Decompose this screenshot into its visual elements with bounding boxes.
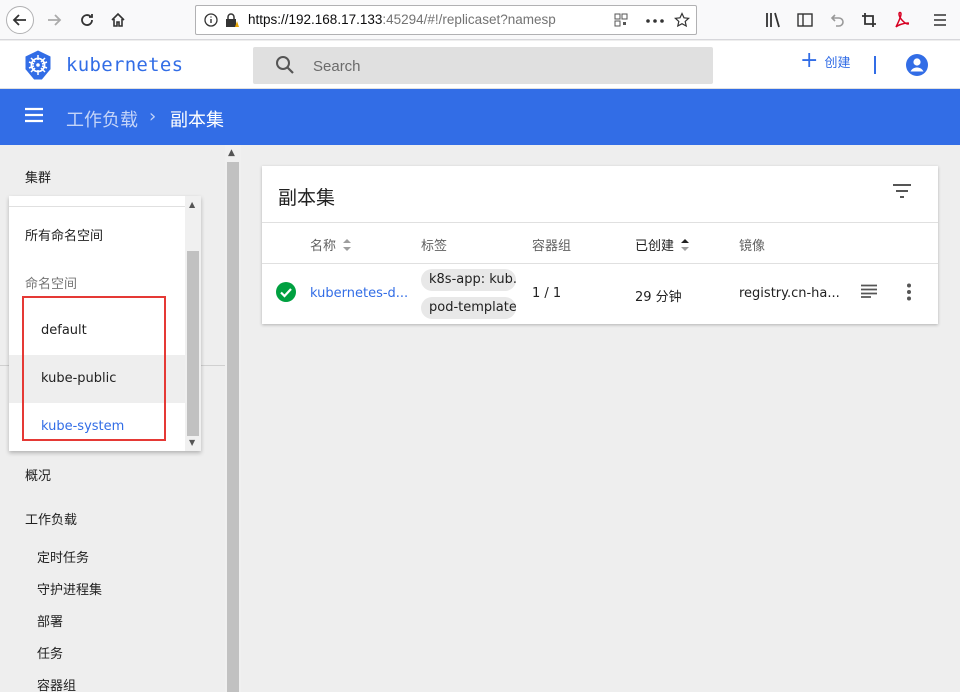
- search-icon: [276, 56, 294, 74]
- breadcrumb-current: 副本集: [170, 110, 224, 131]
- column-header-created[interactable]: 已创建: [635, 235, 690, 254]
- address-bar[interactable]: https://192.168.17.133:45294/#!/replicas…: [195, 5, 697, 35]
- hamburger-menu-icon[interactable]: [933, 13, 947, 27]
- sort-icon: [343, 238, 352, 251]
- status-ok-icon: [276, 282, 296, 302]
- back-button[interactable]: [6, 6, 34, 34]
- reload-button[interactable]: [73, 6, 101, 34]
- dropdown-scrollbar[interactable]: ▲ ▼: [185, 196, 201, 451]
- page-toolbar: 工作负载 › 副本集: [0, 89, 960, 145]
- insecure-lock-icon[interactable]: [224, 12, 240, 28]
- sidebar-item-cronjobs[interactable]: 定时任务: [37, 547, 89, 566]
- namespace-option-all[interactable]: 所有命名空间: [25, 225, 103, 244]
- crop-icon[interactable]: [861, 12, 877, 28]
- more-vert-icon[interactable]: [906, 283, 912, 301]
- sidebar-item-cluster[interactable]: 集群: [25, 167, 51, 186]
- replicaset-name-link[interactable]: kubernetes-d...: [310, 286, 408, 301]
- sidebar-item-workloads[interactable]: 工作负载: [25, 509, 77, 528]
- plus-icon: +: [800, 48, 819, 73]
- image-name: registry.cn-ha...: [739, 286, 840, 301]
- more-dots-icon[interactable]: [646, 19, 664, 23]
- search-box[interactable]: [253, 47, 713, 84]
- app-header: kubernetes + 创建: [0, 41, 960, 89]
- column-name-label: 名称: [310, 239, 337, 254]
- column-pods-label: 容器组: [532, 239, 572, 254]
- pdf-icon[interactable]: [893, 11, 909, 29]
- column-header-image: 镜像: [739, 235, 765, 254]
- create-button-label: 创建: [824, 55, 851, 71]
- search-input[interactable]: [313, 55, 693, 77]
- account-icon[interactable]: [905, 53, 929, 77]
- dropdown-scroll-up-icon[interactable]: ▲: [189, 200, 195, 209]
- kubernetes-logo-icon: [25, 50, 51, 80]
- card-title: 副本集: [278, 187, 336, 209]
- label-chip: k8s-app: kub...: [421, 269, 516, 291]
- qr-code-icon[interactable]: [614, 13, 628, 27]
- header-row-divider: [262, 263, 938, 264]
- create-button[interactable]: + 创建: [800, 50, 850, 72]
- breadcrumb-workloads[interactable]: 工作负载: [66, 106, 138, 132]
- column-header-pods: 容器组: [532, 235, 571, 254]
- logs-icon[interactable]: [860, 284, 878, 298]
- card-divider: [262, 222, 938, 223]
- filter-icon[interactable]: [892, 183, 912, 199]
- sidebar-item-daemonsets[interactable]: 守护进程集: [37, 579, 102, 598]
- created-age: 29 分钟: [635, 290, 682, 305]
- sort-ascending-icon: [681, 238, 690, 251]
- replicaset-card: 副本集 名称 标签 容器组 已创建 镜像 kubernetes-d... k8s…: [262, 166, 938, 324]
- namespace-group-header: 命名空间: [25, 277, 78, 292]
- scroll-up-arrow-icon[interactable]: ▲: [228, 148, 235, 158]
- reload-icon: [81, 14, 93, 26]
- label-chip: pod-template...: [421, 297, 516, 319]
- url-text[interactable]: https://192.168.17.133:45294/#!/replicas…: [248, 12, 608, 27]
- browser-toolbar: https://192.168.17.133:45294/#!/replicas…: [0, 0, 960, 40]
- column-labels-label: 标签: [421, 239, 448, 254]
- undo-icon[interactable]: [829, 12, 845, 28]
- sidebar-item-pods[interactable]: 容器组: [37, 675, 76, 692]
- library-icon[interactable]: [765, 12, 783, 28]
- dropdown-scrollbar-thumb[interactable]: [187, 251, 199, 436]
- breadcrumb-separator: ›: [149, 106, 157, 127]
- brand-name: kubernetes: [66, 54, 184, 76]
- column-header-labels: 标签: [421, 235, 447, 254]
- forward-button[interactable]: [40, 6, 68, 34]
- header-divider: [874, 56, 876, 74]
- sidebar-item-jobs[interactable]: 任务: [37, 643, 63, 662]
- home-button[interactable]: [104, 6, 132, 34]
- dropdown-scroll-down-icon[interactable]: ▼: [189, 438, 195, 447]
- dropdown-divider: [9, 206, 185, 207]
- highlight-box: [22, 296, 166, 441]
- bookmark-star-icon[interactable]: [674, 12, 690, 28]
- home-icon: [111, 12, 125, 27]
- arrow-left-icon: [12, 14, 26, 26]
- info-icon[interactable]: [204, 13, 218, 27]
- sidebar-scrollbar-thumb[interactable]: [227, 162, 239, 692]
- nav-menu-icon[interactable]: [24, 107, 44, 123]
- sidebar-item-deployments[interactable]: 部署: [37, 611, 63, 630]
- column-image-label: 镜像: [739, 239, 766, 254]
- pods-count: 1 / 1: [532, 286, 562, 301]
- brand[interactable]: kubernetes: [22, 49, 183, 81]
- arrow-right-icon: [48, 14, 62, 26]
- sidebar-item-overview[interactable]: 概况: [25, 465, 51, 484]
- sidebar-icon[interactable]: [797, 12, 813, 28]
- column-header-name[interactable]: 名称: [310, 235, 352, 254]
- column-created-label: 已创建: [635, 239, 675, 254]
